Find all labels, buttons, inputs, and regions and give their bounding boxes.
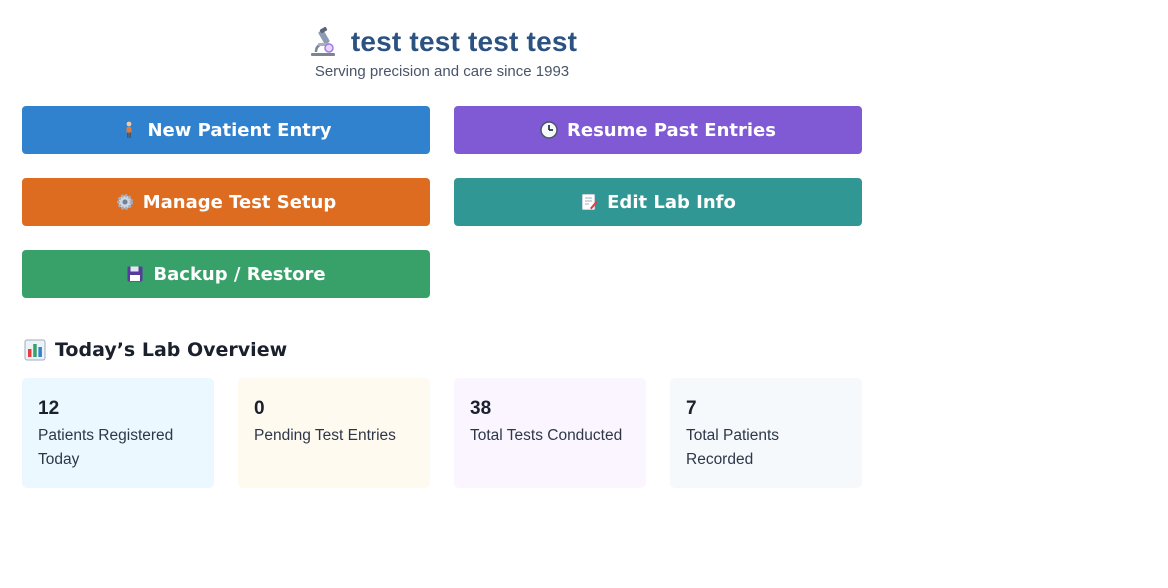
stat-card-patients-registered-today: 12 Patients Registered Today: [22, 378, 214, 488]
stat-label: Total Patients Recorded: [686, 427, 780, 468]
manage-test-setup-label: Manage Test Setup: [142, 191, 337, 213]
memo-icon: [582, 194, 598, 210]
manage-test-setup-button[interactable]: Manage Test Setup: [22, 178, 430, 226]
edit-lab-info-label: Edit Lab Info: [607, 191, 736, 213]
page-subtitle: Serving precision and care since 1993: [314, 63, 570, 80]
stat-card-total-patients-recorded: 7 Total Patients Recorded: [670, 378, 862, 488]
stat-card-pending-test-entries: 0 Pending Test Entries: [238, 378, 430, 488]
stat-label: Total Tests Conducted: [470, 427, 623, 444]
resume-past-entries-button[interactable]: Resume Past Entries: [454, 106, 862, 154]
microscope-icon: [310, 26, 335, 56]
backup-restore-label: Backup / Restore: [153, 263, 326, 285]
title-row: test test test test: [22, 24, 862, 60]
stat-label: Patients Registered Today: [38, 427, 174, 468]
resume-past-entries-label: Resume Past Entries: [567, 119, 776, 141]
new-patient-entry-button[interactable]: New Patient Entry: [22, 106, 430, 154]
bar-chart-icon: [24, 339, 46, 361]
floppy-disk-icon: [127, 266, 143, 282]
header: test test test test Serving precision an…: [22, 24, 862, 80]
overview-title: Today’s Lab Overview: [55, 339, 288, 361]
dashboard-page: test test test test Serving precision an…: [0, 0, 1168, 588]
overview-heading: Today’s Lab Overview: [24, 339, 287, 361]
stat-value: 0: [254, 398, 265, 419]
stat-card-total-tests-conducted: 38 Total Tests Conducted: [454, 378, 646, 488]
stat-value: 38: [470, 398, 492, 419]
edit-lab-info-button[interactable]: Edit Lab Info: [454, 178, 862, 226]
person-icon: [126, 121, 132, 138]
page-title: test test test test: [350, 26, 578, 57]
stat-value: 7: [686, 398, 697, 419]
gear-icon: [116, 194, 133, 210]
stat-label: Pending Test Entries: [254, 427, 396, 444]
stat-value: 12: [38, 398, 60, 419]
clock-icon: [540, 121, 558, 139]
new-patient-entry-label: New Patient Entry: [147, 119, 332, 141]
backup-restore-button[interactable]: Backup / Restore: [22, 250, 430, 298]
